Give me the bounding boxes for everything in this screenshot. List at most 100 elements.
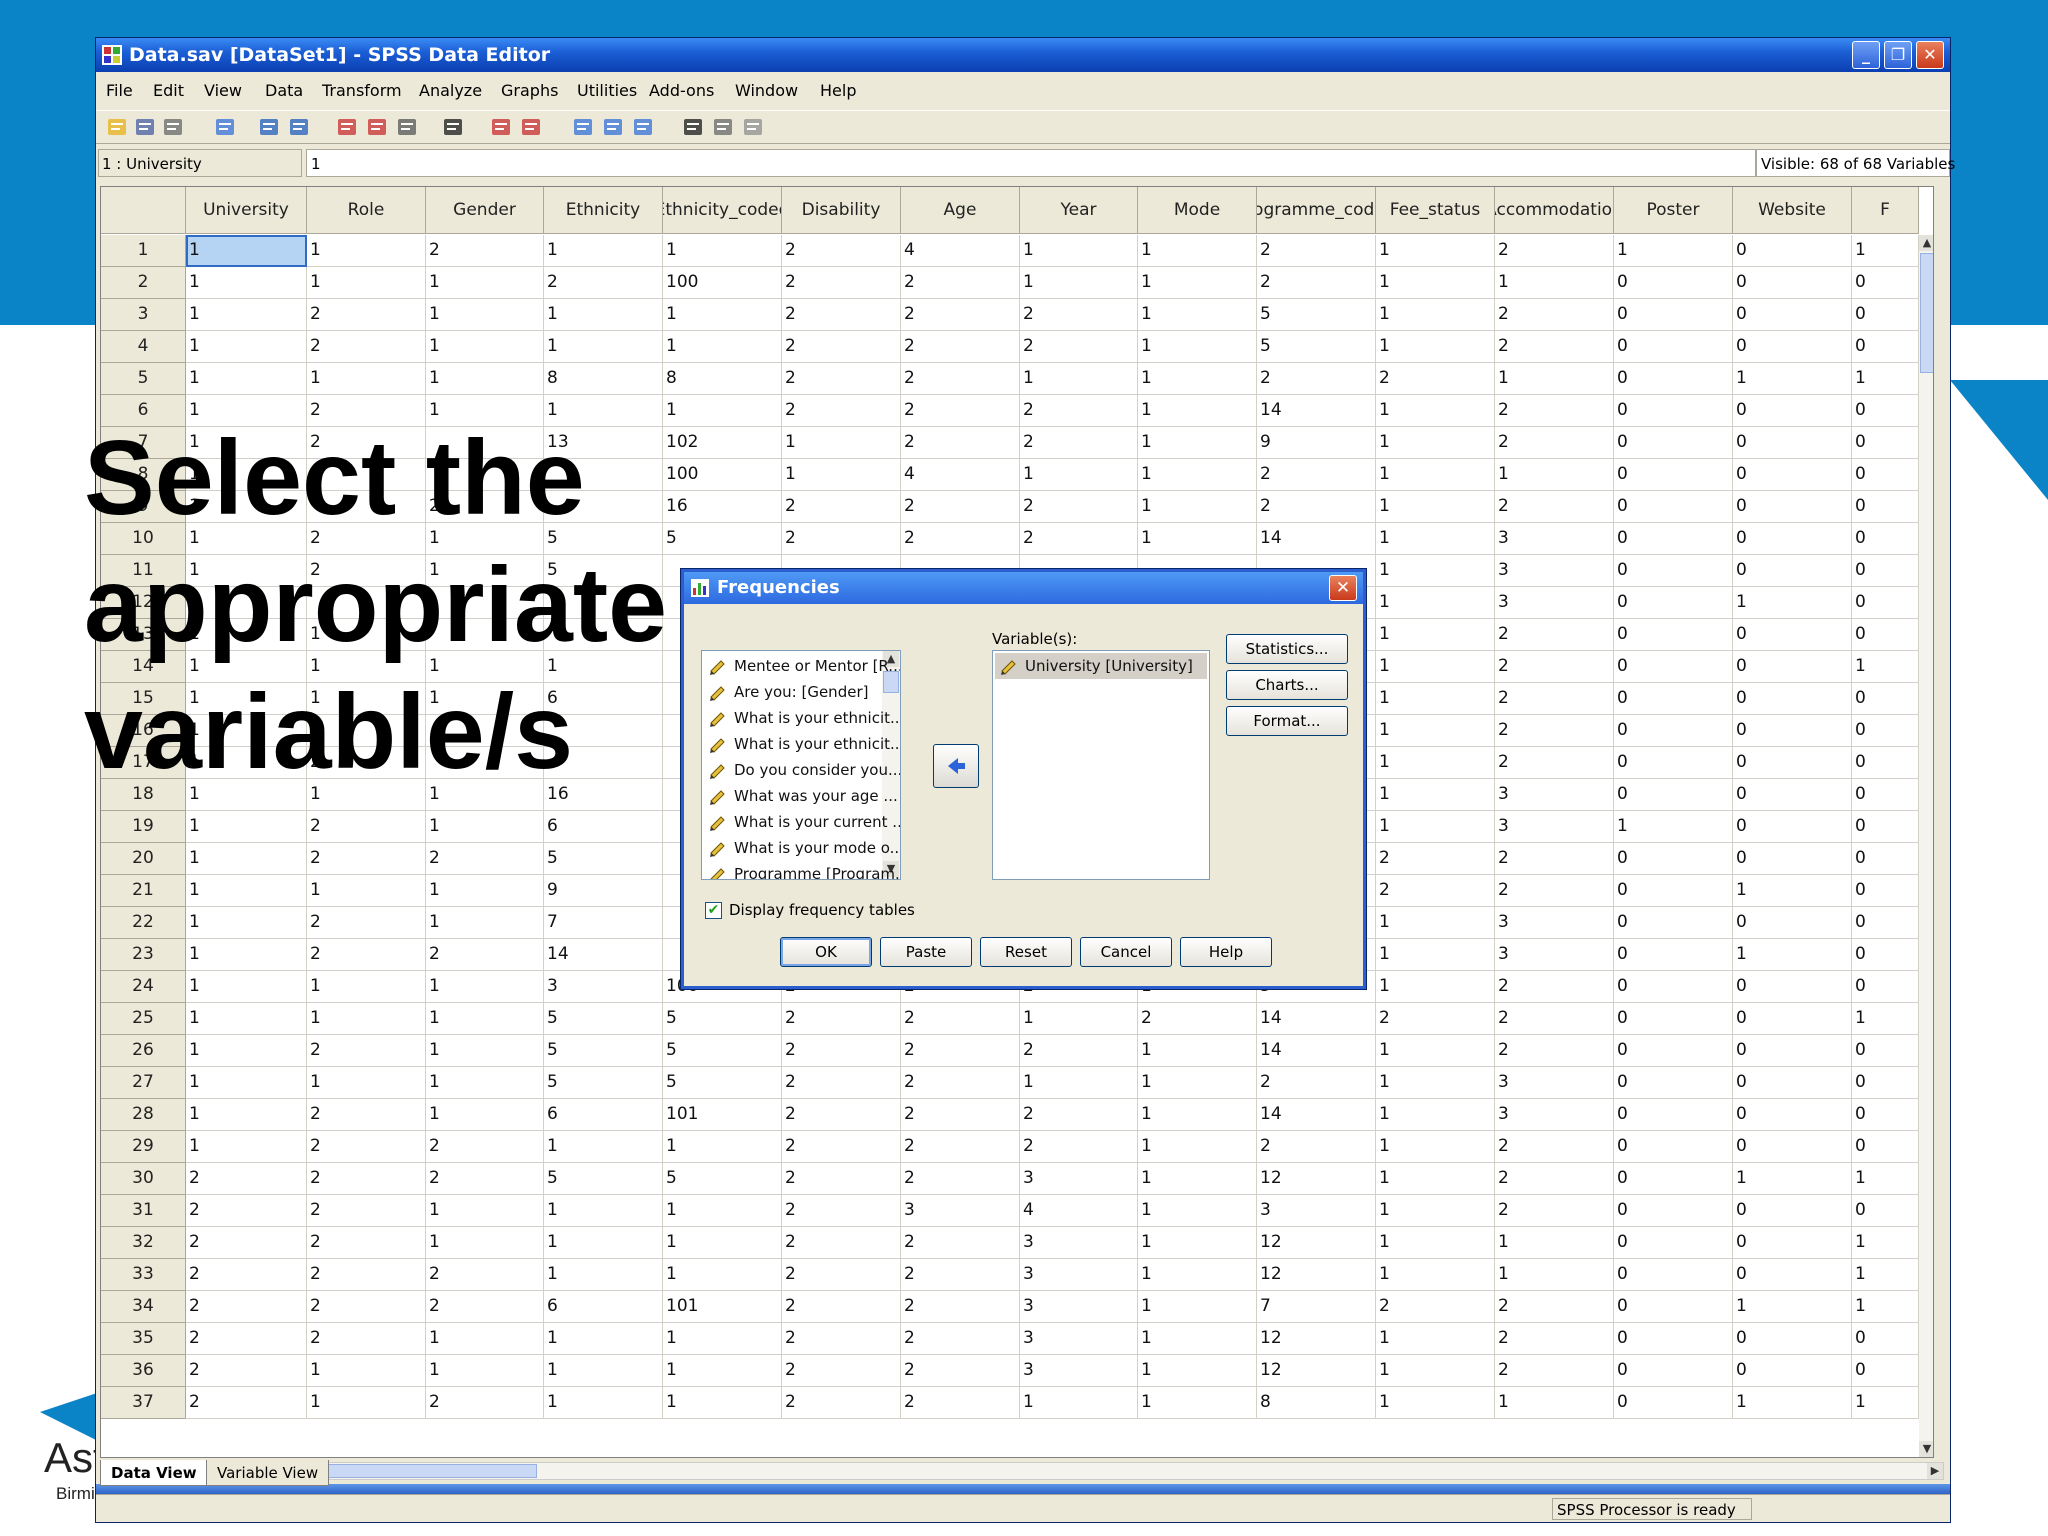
- table-cell[interactable]: 12: [1257, 1323, 1376, 1355]
- table-cell[interactable]: 1: [186, 1035, 307, 1067]
- table-cell[interactable]: 2: [1376, 363, 1495, 395]
- table-cell[interactable]: 0: [1733, 811, 1852, 843]
- table-cell[interactable]: 2: [901, 1227, 1020, 1259]
- row-header[interactable]: 21: [101, 875, 186, 907]
- table-cell[interactable]: 0: [1733, 235, 1852, 267]
- table-cell[interactable]: 1: [1376, 267, 1495, 299]
- table-cell[interactable]: 0: [1852, 939, 1919, 971]
- table-cell[interactable]: 2: [782, 1355, 901, 1387]
- table-cell[interactable]: 1: [1376, 1035, 1495, 1067]
- table-cell[interactable]: 0: [1852, 1035, 1919, 1067]
- table-cell[interactable]: 2: [1495, 299, 1614, 331]
- table-cell[interactable]: 2: [1495, 427, 1614, 459]
- table-cell[interactable]: 3: [1495, 939, 1614, 971]
- table-cell[interactable]: 0: [1614, 427, 1733, 459]
- table-cell[interactable]: 0: [1614, 651, 1733, 683]
- table-cell[interactable]: 0: [1852, 843, 1919, 875]
- table-cell[interactable]: 2: [1376, 1003, 1495, 1035]
- table-cell[interactable]: 0: [1852, 459, 1919, 491]
- table-cell[interactable]: 1: [1138, 1291, 1257, 1323]
- table-cell[interactable]: 1: [1376, 1355, 1495, 1387]
- table-cell[interactable]: 1: [307, 1387, 426, 1419]
- menu-addons[interactable]: Add-ons: [649, 81, 714, 100]
- table-cell[interactable]: 2: [1495, 715, 1614, 747]
- table-cell[interactable]: 2: [1495, 619, 1614, 651]
- table-cell[interactable]: 0: [1614, 299, 1733, 331]
- table-cell[interactable]: 1: [1733, 1163, 1852, 1195]
- table-cell[interactable]: 0: [1733, 395, 1852, 427]
- table-cell[interactable]: 3: [1020, 1355, 1138, 1387]
- table-cell[interactable]: 14: [1257, 1035, 1376, 1067]
- table-cell[interactable]: 2: [1257, 459, 1376, 491]
- move-variable-button[interactable]: [933, 744, 979, 788]
- table-cell[interactable]: 3: [1495, 1099, 1614, 1131]
- table-cell[interactable]: 0: [1614, 587, 1733, 619]
- table-cell[interactable]: 1: [426, 1099, 544, 1131]
- table-cell[interactable]: 1: [1376, 1227, 1495, 1259]
- table-cell[interactable]: 2: [1495, 491, 1614, 523]
- open-icon[interactable]: [104, 115, 130, 139]
- table-cell[interactable]: 1: [544, 1227, 663, 1259]
- table-cell[interactable]: 2: [901, 1323, 1020, 1355]
- horizontal-scrollbar[interactable]: ◀ ▶: [218, 1462, 1944, 1480]
- table-cell[interactable]: 2: [1495, 651, 1614, 683]
- table-cell[interactable]: 1: [1138, 1323, 1257, 1355]
- table-cell[interactable]: 2: [307, 1131, 426, 1163]
- table-cell[interactable]: 0: [1614, 1163, 1733, 1195]
- table-cell[interactable]: 0: [1852, 491, 1919, 523]
- table-cell[interactable]: 1: [1138, 459, 1257, 491]
- table-cell[interactable]: 2: [1495, 1035, 1614, 1067]
- row-header[interactable]: 36: [101, 1355, 186, 1387]
- row-header[interactable]: 1: [101, 235, 186, 267]
- table-cell[interactable]: 1: [1376, 939, 1495, 971]
- use-sets-icon[interactable]: [710, 115, 736, 139]
- list-item[interactable]: Programme [Program...: [704, 861, 900, 879]
- table-cell[interactable]: 1: [1376, 1259, 1495, 1291]
- table-cell[interactable]: 2: [1020, 299, 1138, 331]
- table-cell[interactable]: 1: [426, 1323, 544, 1355]
- table-cell[interactable]: 2: [307, 907, 426, 939]
- table-cell[interactable]: 2: [782, 1227, 901, 1259]
- table-cell[interactable]: 1: [307, 1355, 426, 1387]
- table-cell[interactable]: 0: [1614, 907, 1733, 939]
- table-cell[interactable]: 0: [1733, 651, 1852, 683]
- table-cell[interactable]: 1: [1376, 715, 1495, 747]
- table-cell[interactable]: 1: [782, 459, 901, 491]
- table-cell[interactable]: 1: [426, 363, 544, 395]
- table-cell[interactable]: 1: [663, 1259, 782, 1291]
- table-cell[interactable]: 1: [1733, 363, 1852, 395]
- column-header[interactable]: Age: [901, 187, 1020, 234]
- table-cell[interactable]: 0: [1852, 779, 1919, 811]
- column-header[interactable]: F: [1852, 187, 1919, 234]
- table-cell[interactable]: 0: [1852, 587, 1919, 619]
- table-cell[interactable]: 1: [1138, 1163, 1257, 1195]
- goto-case-icon[interactable]: [334, 115, 360, 139]
- table-cell[interactable]: 2: [901, 331, 1020, 363]
- menu-file[interactable]: File: [106, 81, 133, 100]
- table-cell[interactable]: 2: [782, 1003, 901, 1035]
- table-cell[interactable]: 1: [782, 427, 901, 459]
- table-cell[interactable]: 1: [1138, 299, 1257, 331]
- table-cell[interactable]: 0: [1614, 363, 1733, 395]
- table-cell[interactable]: 0: [1733, 267, 1852, 299]
- row-header[interactable]: 27: [101, 1067, 186, 1099]
- menu-data[interactable]: Data: [265, 81, 303, 100]
- table-cell[interactable]: 2: [1257, 491, 1376, 523]
- table-cell[interactable]: 1: [426, 1355, 544, 1387]
- table-cell[interactable]: 1: [1495, 459, 1614, 491]
- weight-cases-icon[interactable]: [600, 115, 626, 139]
- table-cell[interactable]: 3: [1495, 907, 1614, 939]
- table-cell[interactable]: 3: [1495, 555, 1614, 587]
- table-cell[interactable]: 2: [186, 1163, 307, 1195]
- table-cell[interactable]: 1: [1138, 267, 1257, 299]
- table-cell[interactable]: 1: [1495, 1387, 1614, 1419]
- table-cell[interactable]: 1: [1376, 683, 1495, 715]
- minimize-button[interactable]: _: [1852, 41, 1880, 69]
- table-cell[interactable]: 1: [1614, 811, 1733, 843]
- list-item[interactable]: What is your current ...: [704, 809, 900, 835]
- table-cell[interactable]: 1: [426, 971, 544, 1003]
- table-cell[interactable]: 12: [1257, 1227, 1376, 1259]
- table-cell[interactable]: 0: [1614, 1131, 1733, 1163]
- table-cell[interactable]: 1: [1138, 1195, 1257, 1227]
- table-cell[interactable]: 2: [1138, 1003, 1257, 1035]
